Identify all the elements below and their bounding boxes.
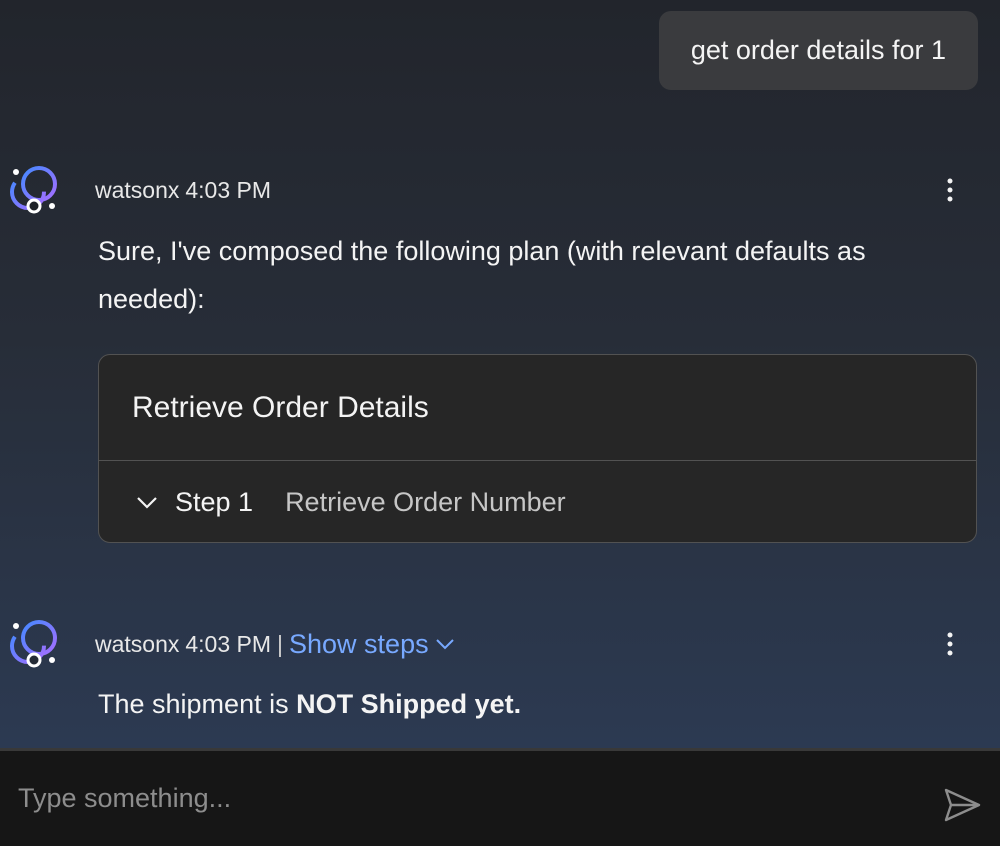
meta-separator: | (277, 630, 284, 657)
message-menu-button[interactable] (938, 175, 962, 205)
user-message-bubble: get order details for 1 (658, 11, 978, 90)
plan-title: Retrieve Order Details (99, 355, 976, 461)
watsonx-avatar-icon (10, 620, 57, 668)
send-button[interactable] (942, 785, 982, 825)
message-meta: watsonx 4:03 PM (95, 174, 271, 206)
show-steps-label: Show steps (289, 628, 429, 659)
input-bar (0, 748, 1000, 846)
chevron-down-icon (435, 639, 454, 650)
overflow-menu-vertical-icon (947, 632, 953, 656)
step-label: Step 1 (175, 486, 254, 517)
message-text: The shipment is NOT Shipped yet. (98, 680, 940, 728)
plan-step-1[interactable]: Step 1 Retrieve Order Number (99, 461, 976, 542)
sender-name: watsonx (95, 176, 180, 203)
message-text-prefix: The shipment is (98, 689, 297, 719)
user-message-text: get order details for 1 (690, 35, 946, 65)
message-text: Sure, I've composed the following plan (… (98, 236, 866, 314)
overflow-menu-vertical-icon (947, 178, 953, 202)
message-input[interactable] (18, 751, 898, 846)
message-meta: watsonx 4:03 PM | Show steps (95, 626, 455, 662)
step-description: Retrieve Order Number (285, 486, 566, 517)
chevron-down-icon (137, 497, 157, 509)
plan-card: Retrieve Order Details Step 1 Retrieve O… (98, 354, 977, 543)
show-steps-button[interactable]: Show steps (289, 629, 455, 660)
message-menu-button[interactable] (938, 629, 962, 659)
message-time: 4:03 PM (185, 630, 272, 657)
send-icon (944, 788, 981, 822)
watsonx-avatar-icon (10, 166, 57, 214)
chat-area: get order details for 1 watsonx 4:03 PM … (0, 0, 1000, 748)
message-time: 4:03 PM (185, 176, 272, 203)
message-text-bold: NOT Shipped yet. (296, 689, 522, 719)
sender-name: watsonx (95, 630, 180, 657)
